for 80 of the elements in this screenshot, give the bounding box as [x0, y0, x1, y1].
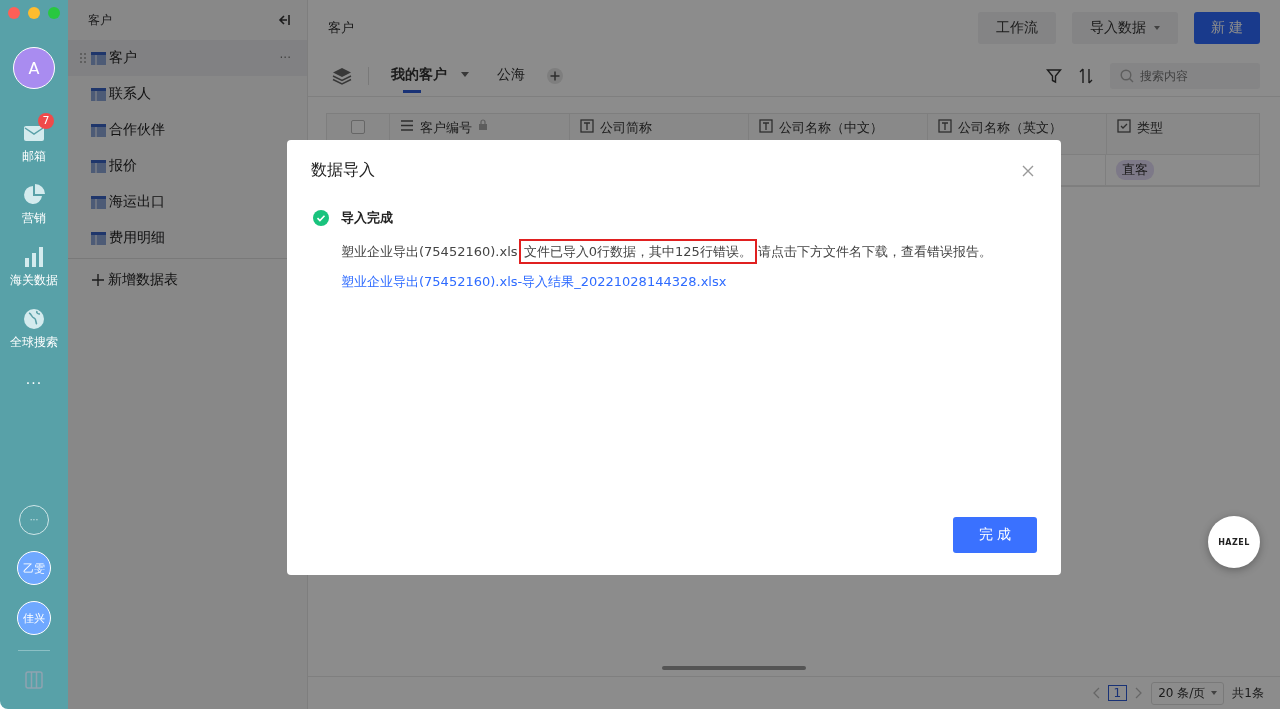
item-label: 合作伙伴: [109, 121, 166, 139]
chevron-left-icon[interactable]: [1091, 687, 1100, 699]
rail-nav-item[interactable]: 海关数据: [4, 237, 64, 289]
view-tab[interactable]: 公海: [491, 56, 531, 96]
filter-icon[interactable]: [1046, 68, 1062, 84]
column-label: 公司简称: [600, 119, 652, 137]
checkbox-icon: [1117, 119, 1131, 133]
table-icon: [91, 122, 106, 138]
text-field-icon: [938, 119, 952, 133]
page-title: 客户: [328, 19, 354, 37]
done-button[interactable]: 完 成: [953, 517, 1037, 553]
header-button[interactable]: 导入数据: [1071, 12, 1178, 44]
rail-nav-item[interactable]: 营销: [4, 175, 64, 227]
rail-label: 海关数据: [10, 272, 58, 289]
sidebar-item[interactable]: 报价: [68, 148, 307, 184]
type-tag: 直客: [1116, 160, 1154, 180]
layers-icon[interactable]: [332, 67, 352, 85]
sidebar-item[interactable]: 联系人: [68, 76, 307, 112]
select-all-checkbox[interactable]: [351, 120, 365, 134]
status-text: 导入完成: [341, 209, 393, 227]
rail-label: 邮箱: [22, 148, 46, 165]
text-field-icon: [580, 119, 594, 133]
sort-icon[interactable]: [1078, 68, 1094, 84]
item-label: 客户: [109, 49, 138, 67]
plus-icon: [92, 274, 104, 286]
list-icon: [400, 119, 414, 133]
sidebar-item[interactable]: 客户 ···: [68, 40, 307, 76]
import-message: 塑业企业导出(75452160).xls 文件已导入0行数据，其中125行错误。 请点击下方文件名下载，查看错误报告。: [341, 241, 1037, 263]
scrollbar-thumb[interactable]: [662, 666, 806, 670]
drag-handle-icon: [80, 53, 86, 63]
add-table-link[interactable]: 新增数据表: [108, 271, 178, 289]
more-button[interactable]: ···: [25, 375, 43, 391]
item-label: 联系人: [109, 85, 152, 103]
table-icon: [91, 194, 106, 210]
column-label: 客户编号: [420, 119, 472, 137]
plus-icon[interactable]: [547, 68, 563, 84]
item-label: 海运出口: [109, 193, 166, 211]
rail-label: 全球搜索: [10, 334, 58, 351]
page-size-select[interactable]: 20 条/页: [1151, 681, 1225, 705]
text-field-icon: [759, 119, 773, 133]
caret-icon[interactable]: [461, 72, 469, 77]
user-avatar[interactable]: A: [13, 47, 55, 89]
sidebar-item[interactable]: 合作伙伴: [68, 112, 307, 148]
total-count: 共1条: [1232, 684, 1264, 702]
column-label: 类型: [1137, 119, 1163, 137]
globe-icon: [22, 307, 46, 331]
chevron-right-icon[interactable]: [1135, 687, 1144, 699]
pie-chart-icon: [22, 183, 46, 207]
new-button[interactable]: 新 建: [1193, 12, 1260, 44]
sidebar-title: 客户: [88, 11, 112, 29]
column-header[interactable]: 类型: [1107, 114, 1259, 154]
search-field[interactable]: 搜索内容: [1110, 63, 1260, 89]
table-icon: [91, 86, 106, 102]
check-circle-icon: [313, 210, 329, 226]
header-button[interactable]: 工作流: [977, 12, 1056, 44]
close-icon[interactable]: [1022, 164, 1034, 177]
item-label: 报价: [109, 157, 138, 175]
column-label: 公司名称（英文）: [958, 119, 1062, 137]
download-link[interactable]: 塑业企业导出(75452160).xls-导入结果_20221028144328.xlsx: [341, 273, 727, 291]
collapse-icon[interactable]: [277, 13, 291, 27]
bar-chart-icon: [22, 245, 46, 269]
search-icon: [1120, 69, 1134, 83]
dialog-title: 数据导入: [311, 160, 375, 181]
table-icon: [91, 50, 106, 66]
item-label: 费用明细: [109, 229, 166, 247]
sidebar-item[interactable]: 海运出口: [68, 184, 307, 220]
column-label: 公司名称（中文）: [779, 119, 883, 137]
sidebar-item[interactable]: 费用明细: [68, 220, 307, 256]
window-control-button[interactable]: [8, 7, 20, 19]
page-number[interactable]: 1: [1107, 685, 1128, 701]
window-control-button[interactable]: [28, 7, 40, 19]
rail-nav-item[interactable]: 全球搜索: [4, 299, 64, 351]
rail-nav-item[interactable]: 7 邮箱: [4, 113, 64, 165]
table-icon: [91, 230, 106, 246]
window-control-button[interactable]: [48, 7, 60, 19]
rail-label: 营销: [22, 210, 46, 227]
columns-icon[interactable]: [25, 671, 43, 689]
notification-badge: 7: [38, 113, 54, 129]
table-icon: [91, 158, 106, 174]
more-button[interactable]: ···: [279, 51, 291, 65]
